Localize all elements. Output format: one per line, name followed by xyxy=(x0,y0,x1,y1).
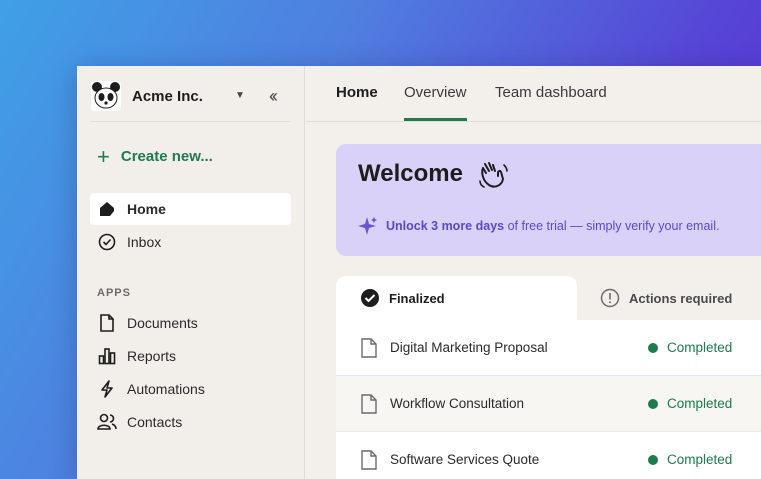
trial-highlight[interactable]: Unlock 3 more days xyxy=(386,219,504,233)
sparkle-icon xyxy=(358,217,377,235)
top-tabs: Home Overview Team dashboard xyxy=(306,66,761,122)
sidebar-divider xyxy=(91,121,291,122)
status-dot xyxy=(648,398,658,409)
create-new-label: Create new... xyxy=(120,148,213,165)
check-circle-icon xyxy=(97,232,117,252)
status-label: Completed xyxy=(667,396,733,411)
tab-team-dashboard[interactable]: Team dashboard xyxy=(495,84,607,101)
status-badge: Completed xyxy=(648,340,732,355)
status-label: Completed xyxy=(667,452,733,467)
list-item[interactable]: Workflow Consultation Completed xyxy=(336,376,761,432)
status-badge: Completed xyxy=(648,396,732,411)
exclamation-circle-icon xyxy=(600,288,620,308)
sidebar-item-contacts[interactable]: Contacts xyxy=(90,406,291,438)
welcome-title: Welcome xyxy=(358,160,463,187)
panda-logo-icon xyxy=(91,81,121,111)
document-tabs: Finalized Actions required xyxy=(336,276,761,320)
tab-actions-required[interactable]: Actions required xyxy=(600,276,732,320)
sidebar-item-reports[interactable]: Reports xyxy=(90,340,291,372)
lightning-icon xyxy=(97,379,117,399)
tab-finalized-label: Finalized xyxy=(389,290,445,306)
list-item[interactable]: Software Services Quote Completed xyxy=(336,432,761,479)
sidebar-item-home[interactable]: Home xyxy=(90,193,291,225)
list-item[interactable]: Digital Marketing Proposal Completed xyxy=(336,320,761,376)
sidebar: Acme Inc. ▼ ‹‹ + Create new... Home Inbo… xyxy=(77,66,305,479)
app-window: Acme Inc. ▼ ‹‹ + Create new... Home Inbo… xyxy=(77,66,761,479)
create-new-button[interactable]: + Create new... xyxy=(97,143,213,169)
users-icon xyxy=(97,412,117,432)
file-icon xyxy=(361,393,377,414)
double-chevron-left-icon[interactable]: ‹‹ xyxy=(269,86,278,107)
sidebar-item-label: Documents xyxy=(127,315,198,331)
apps-section-label: APPS xyxy=(97,287,131,299)
sidebar-item-automations[interactable]: Automations xyxy=(90,373,291,405)
document-title: Software Services Quote xyxy=(390,452,540,467)
waving-hand-icon xyxy=(479,162,508,188)
document-title: Digital Marketing Proposal xyxy=(390,340,548,355)
file-icon xyxy=(361,449,377,470)
sidebar-item-inbox[interactable]: Inbox xyxy=(90,226,291,258)
status-label: Completed xyxy=(667,340,733,355)
tab-finalized[interactable]: Finalized xyxy=(336,276,577,320)
tab-actions-required-label: Actions required xyxy=(629,290,733,306)
home-icon xyxy=(97,199,117,219)
status-dot xyxy=(648,342,658,353)
file-icon xyxy=(361,337,377,358)
active-tab-indicator xyxy=(404,118,467,121)
tab-overview[interactable]: Overview xyxy=(404,84,467,101)
plus-icon: + xyxy=(97,143,110,169)
status-badge: Completed xyxy=(648,452,732,467)
sidebar-item-label: Home xyxy=(127,201,166,217)
sidebar-item-label: Inbox xyxy=(127,234,162,250)
chevron-down-icon[interactable]: ▼ xyxy=(235,90,245,101)
bar-chart-icon xyxy=(97,346,117,366)
documents-list: Digital Marketing Proposal Completed Wor… xyxy=(336,320,761,479)
status-dot xyxy=(648,454,658,465)
check-circle-filled-icon xyxy=(361,289,379,307)
tab-home[interactable]: Home xyxy=(336,84,378,101)
sidebar-item-documents[interactable]: Documents xyxy=(90,307,291,339)
main-content: Home Overview Team dashboard Welcome Unl… xyxy=(306,66,761,479)
document-title: Workflow Consultation xyxy=(390,396,525,411)
trial-message: Unlock 3 more days of free trial — simpl… xyxy=(358,216,719,236)
sidebar-item-label: Contacts xyxy=(127,414,183,430)
org-switcher[interactable]: Acme Inc. ▼ ‹‹ xyxy=(91,76,291,116)
document-icon xyxy=(97,313,117,333)
sidebar-item-label: Reports xyxy=(127,348,177,364)
welcome-banner: Welcome Unlock 3 more days of free trial… xyxy=(336,144,761,256)
org-name: Acme Inc. xyxy=(132,87,203,105)
sidebar-item-label: Automations xyxy=(127,381,205,397)
trial-text: of free trial — simply verify your email… xyxy=(504,219,720,233)
